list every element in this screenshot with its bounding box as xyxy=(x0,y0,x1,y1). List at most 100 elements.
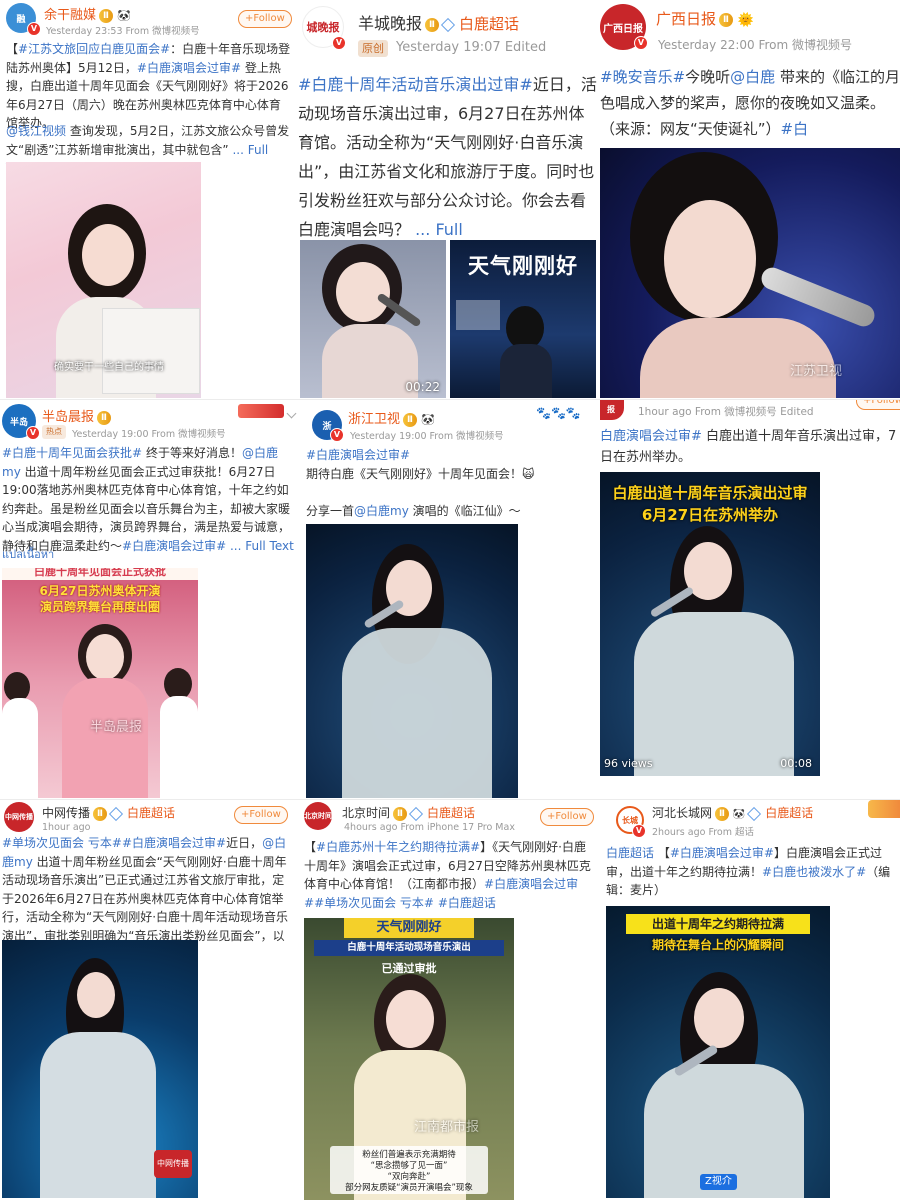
video-thumbnail[interactable]: 中网传播 xyxy=(2,940,198,1198)
video-thumbnail[interactable]: 天气刚刚好 白鹿十周年活动现场音乐演出 已通过审批 粉丝们普遍表示充满期待 “思… xyxy=(304,918,514,1200)
video-watermark: 江苏卫视 xyxy=(790,364,843,379)
follow-button[interactable]: +Follow xyxy=(856,400,900,410)
chevron-down-icon[interactable] xyxy=(286,408,297,419)
post-card-beijing[interactable]: 北京时间 北京时间 Ⅱ 白鹿超话 4hours ago From iPhone 17… xyxy=(302,800,598,1200)
video-caption: 确实要干一些自己的事情 xyxy=(54,362,164,373)
post-body: #晚安音乐#今晚听@白鹿 带来的《临江的月色唱成入梦的桨声，愿你的夜晚如又温柔。… xyxy=(600,68,900,138)
video-logo: Z视介 xyxy=(700,1174,737,1190)
post-card-guangxi[interactable]: 广西日报 V 广西日报 Ⅱ 🌞 Yesterday 22:00 From 微博视频… xyxy=(600,0,900,400)
video-thumbnail[interactable]: 江苏卫视 xyxy=(600,148,900,398)
post-meta: Yesterday 19:07 Edited xyxy=(396,40,547,55)
follow-button[interactable]: +Follow xyxy=(234,806,288,824)
post-card-zhejiang[interactable]: 浙 V 浙江卫视 Ⅱ 🐼 Yesterday 19:00 From 微博视频号 🐾… xyxy=(302,400,598,800)
post-text: 【#白鹿苏州十年之约期待拉满#】《天气刚刚好·白鹿十周年》演唱会正式过审，6月2… xyxy=(304,838,596,912)
follow-decoration xyxy=(868,800,900,818)
panda-icon: 🐼 xyxy=(421,413,435,426)
person-body xyxy=(62,678,148,798)
post-text: #晚安音乐#今晚听@白鹿 带来的《临江的月色唱成入梦的桨声，愿你的夜晚如又温柔。… xyxy=(600,64,900,142)
banner-line-1: 白鹿出道十周年音乐演出过审 xyxy=(612,484,808,502)
sun-icon: 🌞 xyxy=(737,13,754,28)
rank-badge: Ⅱ xyxy=(719,12,733,27)
post-meta: 1hour ago From 微博视频号 Edited xyxy=(638,406,814,418)
ticket-card xyxy=(456,300,500,330)
rank-badge: Ⅱ xyxy=(97,410,111,425)
post-card-6[interactable]: 报 1hour ago From 微博视频号 Edited +Follow 白鹿… xyxy=(600,400,900,800)
banner-line-1: 白鹿十周年见面会正式获批 xyxy=(2,568,198,580)
verified-badge-icon: V xyxy=(330,428,344,442)
post-text: 白鹿演唱会过审# 白鹿出道十周年音乐演出过审，7日在苏州举办。 xyxy=(600,426,900,468)
post-body: #白鹿十周年见面会获批# 终于等来好消息！@白鹿my 出道十周年粉丝见面会正式过… xyxy=(2,446,294,553)
video-thumbnail[interactable]: 00:22 xyxy=(300,240,446,398)
rank-badge: Ⅱ xyxy=(403,412,417,427)
post-body: 【#江苏文旅回应白鹿见面会#：白鹿十年音乐现场登陆苏州奥体】5月12日，#白鹿演… xyxy=(6,42,291,130)
person-body xyxy=(500,344,552,398)
video-thumbnail[interactable]: 确实要干一些自己的事情 xyxy=(6,162,201,398)
banner-line-2: 6月27日在苏州举办 xyxy=(641,506,779,524)
banner-line-2: 期待在舞台上的闪耀瞬间 xyxy=(651,938,784,952)
banner-line-2: 白鹿十周年活动现场音乐演出 xyxy=(314,940,504,956)
banner-line-1: 出道十周年之约期待拉满 xyxy=(626,914,810,934)
post-meta: 2hours ago From 超话 xyxy=(652,827,755,838)
background-person-body xyxy=(160,696,198,798)
rank-badge: Ⅱ xyxy=(425,17,439,32)
post-text: #白鹿十周年见面会获批# 终于等来好消息！@白鹿my 出道十周年粉丝见面会正式过… xyxy=(2,444,296,555)
chaohua-icon xyxy=(747,806,762,821)
account-name[interactable]: 河北长城网 Ⅱ 🐼 白鹿超话 xyxy=(652,804,813,821)
account-name[interactable]: 浙江卫视 Ⅱ 🐼 xyxy=(348,408,435,427)
video-thumbnail[interactable]: 出道十周年之约期待拉满 期待在舞台上的闪耀瞬间 Z视介 xyxy=(606,906,830,1198)
verified-badge-icon: V xyxy=(634,36,648,50)
post-card-yangcheng[interactable]: 城晚报 V 羊城晚报 Ⅱ 白鹿超话 原创 Yesterday 19:07 Edite… xyxy=(298,0,598,400)
account-name[interactable]: 中网传播 Ⅱ 白鹿超话 xyxy=(42,804,175,821)
poster-title: 天气刚刚好 xyxy=(468,253,578,278)
post-meta: Yesterday 22:00 From 微博视频号 xyxy=(658,38,853,52)
account-name[interactable]: 余干融媒 Ⅱ 🐼 xyxy=(44,4,131,23)
video-thumbnail[interactable]: 白鹿出道十周年音乐演出过审 6月27日在苏州举办 96 views 00:08 xyxy=(600,472,820,776)
follow-button[interactable]: +Follow xyxy=(540,808,594,826)
verified-badge-icon: V xyxy=(632,824,646,838)
avatar[interactable]: 报 xyxy=(600,400,624,420)
person-body xyxy=(40,1032,156,1198)
person-body xyxy=(342,628,492,798)
original-badge: 原创 xyxy=(358,40,388,57)
video-thumbnail[interactable]: 白鹿十周年见面会正式获批 6月27日苏州奥体开演 演员跨界舞台再度出圈 半岛晨报 xyxy=(2,568,198,798)
video-thumbnail[interactable] xyxy=(306,524,518,798)
person-face xyxy=(336,262,390,322)
post-card-zhongwang[interactable]: 中网传播 中网传播 Ⅱ 白鹿超话 1hour ago +Follow #单场次见面会… xyxy=(0,800,298,1200)
hot-badge: 热点 xyxy=(42,425,66,439)
account-name[interactable]: 广西日报 Ⅱ 🌞 xyxy=(656,8,754,29)
account-name[interactable]: 北京时间 Ⅱ 白鹿超话 xyxy=(342,804,475,821)
account-name[interactable]: 羊城晚报 Ⅱ 白鹿超话 xyxy=(358,10,519,34)
banner-line-2: 6月27日苏州奥体开演 xyxy=(39,584,161,598)
person-face xyxy=(386,990,434,1048)
verified-badge-icon: V xyxy=(332,36,346,50)
paw-decoration-icon: 🐾🐾🐾 xyxy=(536,406,581,420)
post-body: 白鹿超话 【#白鹿演唱会过审#】白鹿演唱会正式过审，出道十年之约期待拉满！#白鹿… xyxy=(606,846,891,897)
post-meta: Yesterday 19:00 From 微博视频号 xyxy=(350,431,504,442)
person-face xyxy=(77,972,115,1018)
account-name[interactable]: 半岛晨报 Ⅱ xyxy=(42,406,111,425)
translate-link[interactable]: แปลเนื้อหา xyxy=(2,546,54,565)
post-body: 【#白鹿苏州十年之约期待拉满#】《天气刚刚好·白鹿十周年》演唱会正式过审，6月2… xyxy=(304,840,591,910)
video-duration: 00:08 xyxy=(780,757,812,770)
avatar[interactable]: 中网传播 xyxy=(4,802,34,832)
avatar[interactable]: 北京时间 xyxy=(304,802,332,830)
rank-badge: Ⅱ xyxy=(93,806,107,821)
banner-line-1: 天气刚刚好 xyxy=(344,918,474,938)
follow-button[interactable]: +Follow xyxy=(238,10,292,28)
post-text: #白鹿十周年活动音乐演出过审#近日，活动现场音乐演出过审，6月27日在苏州体育馆… xyxy=(298,70,598,244)
inset-video xyxy=(102,308,200,394)
person-body xyxy=(634,612,794,776)
post-text: #白鹿演唱会过审# 期待白鹿《天气刚刚好》十周年见面会！🙀 分享一首@白鹿my 演唱… xyxy=(306,446,596,520)
post-card-yugan[interactable]: 融 V 余干融媒 Ⅱ 🐼 Yesterday 23:53 From 微博视频号 +… xyxy=(0,0,296,400)
post-meta: Yesterday 23:53 From 微博视频号 xyxy=(46,26,200,37)
post-body: 白鹿演唱会过审# 白鹿出道十周年音乐演出过审，7日在苏州举办。 xyxy=(600,429,897,465)
post-card-bandao[interactable]: 半岛 V 半岛晨报 Ⅱ 热点 Yesterday 19:00 From 微博视频号… xyxy=(0,400,298,800)
background-person-body xyxy=(2,698,38,798)
post-card-hebei[interactable]: 长城 V 河北长城网 Ⅱ 🐼 白鹿超话 2hours ago From 超话 白鹿超… xyxy=(602,800,900,1200)
grid-divider xyxy=(0,799,900,800)
red-decoration xyxy=(238,404,284,418)
subtitle-line-4: 部分网友质疑“演员开演唱会”现象 xyxy=(345,1183,473,1193)
post-body: #白鹿演唱会过审# 期待白鹿《天气刚刚好》十周年见面会！🙀 分享一首@白鹿my 演唱… xyxy=(306,448,535,518)
poster-image[interactable]: 天气刚刚好 xyxy=(450,240,596,398)
panda-icon: 🐼 xyxy=(732,809,746,820)
